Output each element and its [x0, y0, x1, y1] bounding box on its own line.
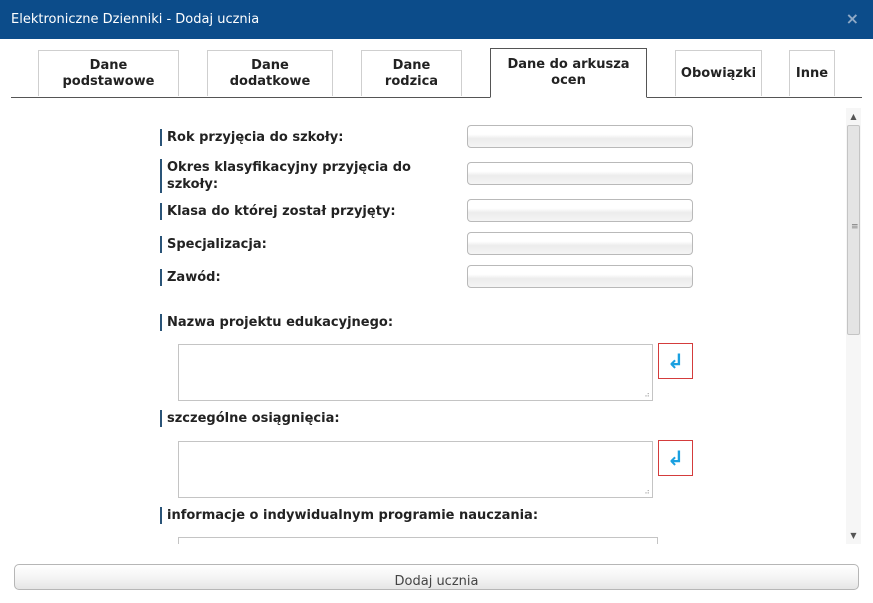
field-klasa: Klasa do której został przyjęty:: [160, 199, 700, 224]
scrollbar-thumb[interactable]: ≡: [847, 125, 860, 335]
field-specjalizacja: Specjalizacja:: [160, 232, 700, 257]
tab-label: Obowiązki: [680, 65, 757, 81]
tab-label: Inne: [795, 65, 829, 81]
indywidualny-program-textarea[interactable]: [178, 537, 658, 544]
window-titlebar: Elektroniczne Dzienniki - Dodaj ucznia ×: [0, 0, 873, 39]
tab-dane-do-arkusza-ocen[interactable]: Dane do arkusza ocen: [490, 48, 647, 98]
tab-inne[interactable]: Inne: [789, 50, 835, 96]
tab-label: Dane: [89, 57, 128, 73]
scroll-down-icon[interactable]: ▼: [846, 527, 861, 544]
field-label: Zawód:: [160, 269, 447, 286]
klasa-input[interactable]: [467, 199, 693, 222]
field-label: Okres klasyfikacyjny przyjęcia do szkoły…: [160, 159, 447, 193]
field-label: Klasa do której został przyjęty:: [160, 203, 447, 220]
grip-icon: ≡: [851, 222, 859, 232]
dodaj-ucznia-label: Dodaj ucznia: [394, 574, 479, 589]
tab-dane-dodatkowe[interactable]: Dane dodatkowe: [207, 50, 333, 96]
tab-label: Dane: [392, 57, 431, 73]
tab-dane-podstawowe[interactable]: Dane podstawowe: [38, 50, 179, 96]
field-label: Rok przyjęcia do szkoły:: [160, 129, 447, 146]
nazwa-projektu-textarea[interactable]: ⠴: [178, 344, 653, 401]
form-scroll-area: Rok przyjęcia do szkoły: Okres klasyfika…: [0, 108, 845, 544]
textarea-label: informacje o indywidualnym programie nau…: [160, 507, 687, 524]
field-rok-przyjecia: Rok przyjęcia do szkoły:: [160, 125, 700, 150]
tab-label: Dane do arkusza: [507, 57, 630, 72]
zawod-input[interactable]: [467, 265, 693, 288]
tab-label: dodatkowe: [229, 73, 311, 89]
resize-handle-icon[interactable]: ⠴: [644, 488, 650, 496]
tab-bar: Dane podstawowe Dane dodatkowe Dane rodzica…: [11, 48, 862, 98]
osiagniecia-textarea[interactable]: ⠴: [178, 441, 653, 498]
tab-dane-rodzica[interactable]: Dane rodzica: [361, 50, 462, 96]
okres-klasyfikacyjny-input[interactable]: [467, 162, 693, 185]
resize-handle-icon[interactable]: ⠴: [644, 391, 650, 399]
tab-label: ocen: [551, 73, 586, 88]
dodaj-ucznia-button[interactable]: Dodaj ucznia: [14, 564, 859, 590]
field-okres-klasyfikacyjny: Okres klasyfikacyjny przyjęcia do szkoły…: [160, 158, 700, 194]
tab-label: Dane: [251, 57, 289, 73]
field-zawod: Zawód:: [160, 265, 700, 290]
specjalizacja-input[interactable]: [467, 232, 693, 255]
enter-icon[interactable]: ↲: [658, 343, 693, 379]
tab-label: podstawowe: [62, 73, 155, 89]
enter-icon[interactable]: ↲: [658, 440, 693, 476]
rok-przyjecia-input[interactable]: [467, 125, 693, 148]
vertical-scrollbar[interactable]: ▲ ≡ ▼: [846, 108, 861, 544]
window-title: Elektroniczne Dzienniki - Dodaj ucznia: [11, 12, 260, 27]
textarea-label: Nazwa projektu edukacyjnego:: [160, 314, 667, 331]
scroll-up-icon[interactable]: ▲: [846, 108, 861, 125]
tab-label: rodzica: [384, 73, 439, 89]
textarea-label: szczególne osiągnięcia:: [160, 410, 667, 427]
field-label: Specjalizacja:: [160, 236, 447, 253]
tab-obowiazki[interactable]: Obowiązki: [675, 50, 762, 96]
close-icon[interactable]: ×: [846, 9, 859, 28]
